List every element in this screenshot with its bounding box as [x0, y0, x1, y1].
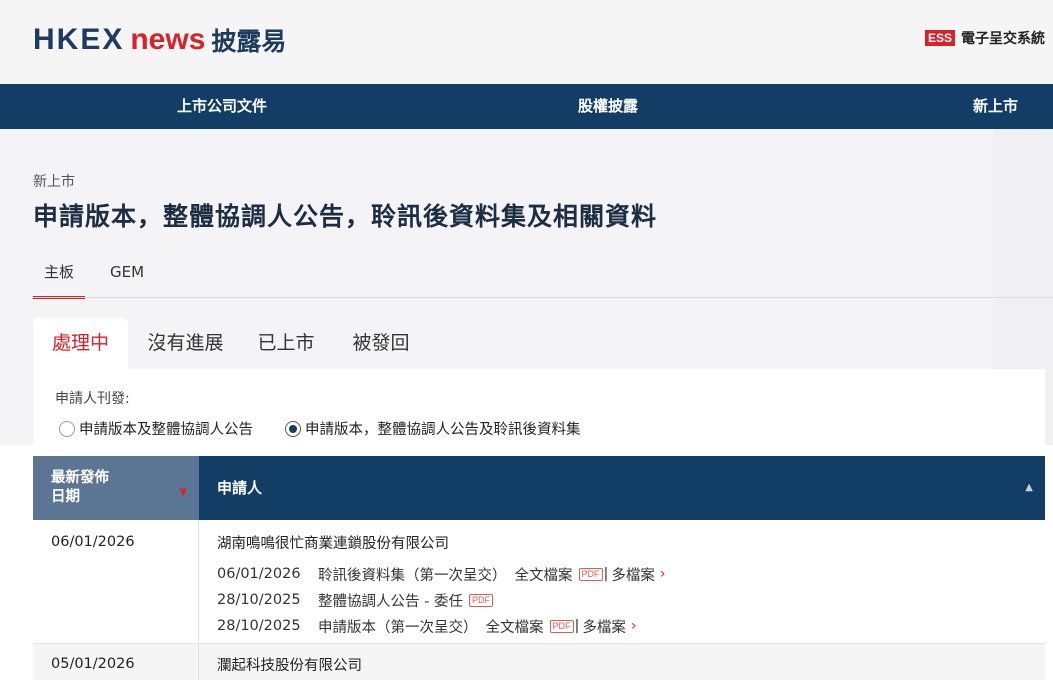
ess-label: 電子呈交系統	[961, 31, 1046, 47]
main-nav: 上市公司文件 股權披露 新上市	[0, 84, 1053, 129]
filter-options: 申請版本及整體協調人公告 申請版本，整體協調人公告及聆訊後資料集	[59, 418, 581, 439]
table-header: 最新發佈 日期 ▼ 申請人 ▲	[33, 456, 1045, 520]
table-row: 05/01/2026 瀾起科技股份有限公司	[33, 644, 1045, 680]
tab-listed[interactable]: 已上市	[251, 318, 321, 370]
full-document-link[interactable]: 全文檔案	[515, 564, 573, 585]
column-header-applicant-label: 申請人	[217, 479, 263, 497]
column-header-date-line2: 日期	[51, 489, 80, 505]
tab-gem[interactable]: GEM	[110, 259, 144, 299]
site-header: HKEX news 披露易 ESS 電子呈交系統	[0, 0, 1053, 84]
document-item: 28/10/2025 申請版本（第一次呈交） 全文檔案 PDF | 多檔案 ›	[217, 613, 1045, 639]
document-name: 聆訊後資料集（第一次呈交）	[318, 567, 507, 584]
pdf-icon[interactable]: PDF	[468, 593, 493, 607]
full-document-link[interactable]: 全文檔案	[486, 616, 544, 637]
pdf-icon[interactable]: PDF	[578, 567, 603, 581]
document-date: 28/10/2025	[217, 618, 301, 634]
applications-table: 最新發佈 日期 ▼ 申請人 ▲ 06/01/2026 湖南鳴鳴很忙商業連鎖股份有…	[33, 456, 1045, 680]
logo-news-text: news	[130, 23, 206, 56]
filter-panel: 申請人刊發: 申請版本及整體協調人公告 申請版本，整體協調人公告及聆訊後資料集	[33, 369, 1045, 445]
radio-label-application-and-oc[interactable]: 申請版本及整體協調人公告	[79, 418, 253, 439]
row-date: 06/01/2026	[33, 520, 199, 643]
document-item: 06/01/2026 聆訊後資料集（第一次呈交） 全文檔案 PDF | 多檔案 …	[217, 561, 1045, 587]
document-name: 申請版本（第一次呈交）	[318, 619, 478, 636]
document-date: 06/01/2026	[217, 566, 301, 582]
tab-returned[interactable]: 被發回	[346, 318, 416, 370]
column-header-applicant[interactable]: 申請人 ▲	[199, 456, 1045, 520]
chevron-right-icon[interactable]: ›	[660, 566, 666, 582]
company-name: 湖南鳴鳴很忙商業連鎖股份有限公司	[217, 536, 449, 552]
breadcrumb[interactable]: 新上市	[33, 171, 75, 191]
document-date: 28/10/2025	[217, 592, 301, 608]
table-row: 06/01/2026 湖南鳴鳴很忙商業連鎖股份有限公司 06/01/2026 聆…	[33, 520, 1045, 644]
main-content: 新上市 申請版本，整體協調人公告，聆訊後資料集及相關資料 主板 GEM 處理中 …	[0, 129, 1053, 445]
logo-hkex-text: HKEX	[33, 23, 125, 56]
nav-item-new-listings[interactable]: 新上市	[973, 84, 1018, 129]
tab-processing[interactable]: 處理中	[33, 318, 128, 370]
row-date: 05/01/2026	[33, 644, 199, 680]
tab-no-progress[interactable]: 沒有進展	[143, 318, 228, 370]
radio-option-application-oc-phip[interactable]	[285, 420, 301, 437]
chevron-right-icon[interactable]: ›	[631, 618, 637, 634]
tab-main-board[interactable]: 主板	[33, 259, 85, 299]
sort-desc-icon: ▼	[179, 487, 187, 498]
hkexnews-logo[interactable]: HKEX news 披露易	[33, 22, 286, 58]
document-item: 28/10/2025 整體協調人公告 - 委任 PDF	[217, 587, 1045, 613]
multiple-files-link[interactable]: 多檔案	[582, 616, 626, 637]
filter-label: 申請人刊發:	[55, 391, 130, 407]
multiple-files-link[interactable]: 多檔案	[611, 564, 655, 585]
tab-divider	[33, 297, 1053, 298]
row-applicant-cell: 湖南鳴鳴很忙商業連鎖股份有限公司 06/01/2026 聆訊後資料集（第一次呈交…	[199, 520, 1045, 643]
ess-badge: ESS	[925, 30, 956, 46]
company-name: 瀾起科技股份有限公司	[217, 658, 362, 674]
column-header-date[interactable]: 最新發佈 日期 ▼	[33, 456, 199, 520]
radio-label-application-oc-phip[interactable]: 申請版本，整體協調人公告及聆訊後資料集	[305, 418, 581, 439]
nav-item-listed-company-documents[interactable]: 上市公司文件	[177, 84, 267, 129]
sort-asc-icon: ▲	[1025, 482, 1033, 493]
row-applicant-cell: 瀾起科技股份有限公司	[199, 644, 1045, 680]
ess-link[interactable]: ESS 電子呈交系統	[925, 28, 1045, 48]
column-header-date-line1: 最新發佈	[51, 470, 109, 486]
nav-item-disclosure-of-interests[interactable]: 股權披露	[578, 84, 638, 129]
page-title: 申請版本，整體協調人公告，聆訊後資料集及相關資料	[33, 202, 658, 231]
logo-chinese-text: 披露易	[211, 27, 287, 56]
radio-option-application-and-oc[interactable]	[59, 420, 75, 437]
document-name-link[interactable]: 整體協調人公告 - 委任	[318, 590, 463, 611]
pdf-icon[interactable]: PDF	[549, 619, 574, 633]
